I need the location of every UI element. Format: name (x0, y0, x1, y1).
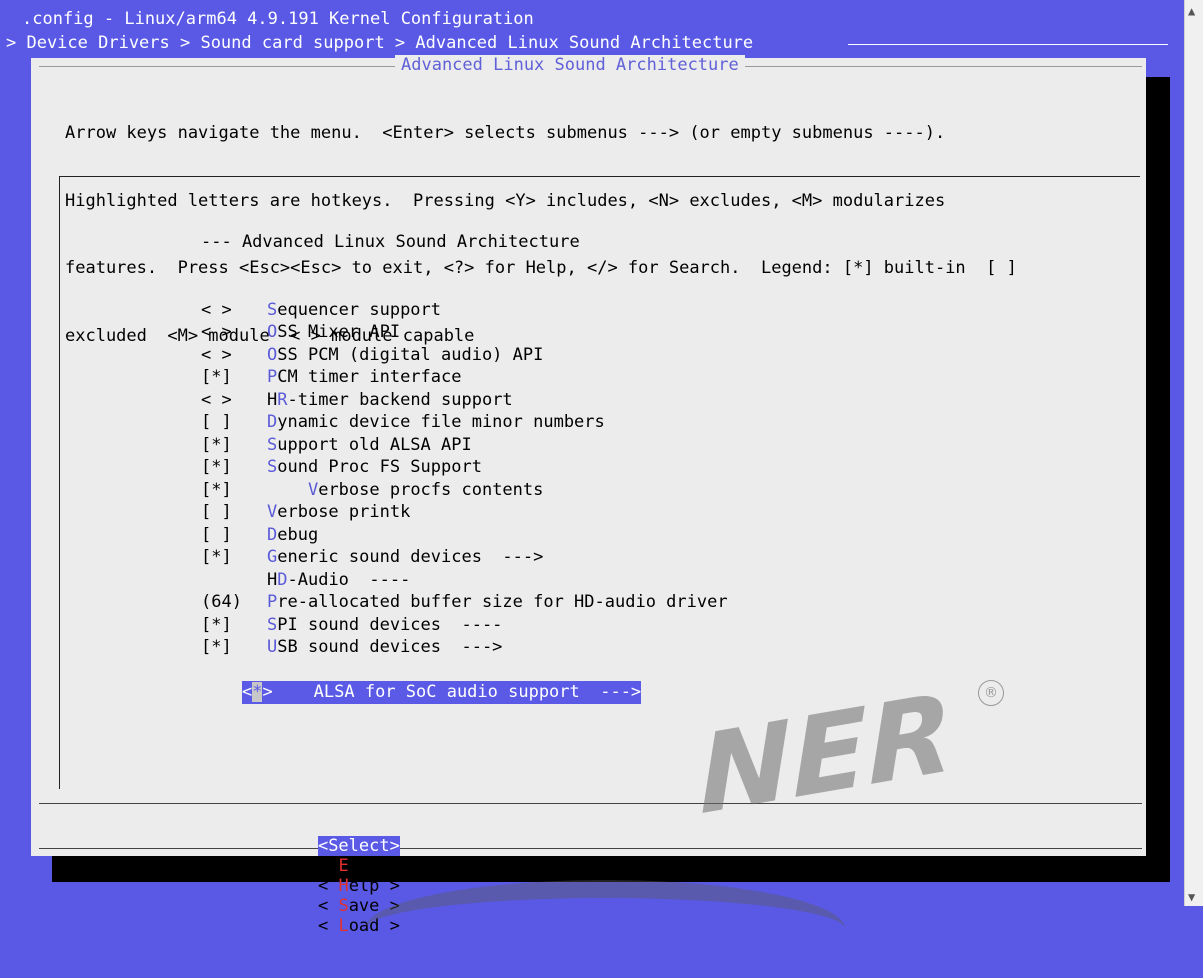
help-line: Arrow keys navigate the menu. <Enter> se… (65, 123, 946, 143)
menu-item-label: HD-Audio ---- (267, 569, 411, 590)
watermark-arc (365, 880, 845, 978)
menu-item-label: Verbose procfs contents (307, 479, 544, 500)
menu-item[interactable]: < > OSS Mixer API (201, 321, 728, 344)
menu-item-alsa-soc[interactable]: <*> ALSA for SoC audio support ---> (241, 681, 642, 704)
menu-item-mark: (64) (201, 592, 242, 612)
menu-item-label: Debug (267, 524, 319, 545)
registered-mark-icon: ® (978, 680, 1004, 706)
menu-item[interactable]: [ ] Debug (201, 524, 728, 547)
button-area-bottom-border (39, 848, 1142, 849)
menu-item-mark: [*] (201, 457, 232, 477)
menu-item[interactable]: < > Sequencer support (201, 299, 728, 322)
breadcrumb-divider (848, 44, 1168, 45)
menu-item[interactable]: [ ] Dynamic device file minor numbers (201, 411, 728, 434)
menu-item-label: Support old ALSA API (267, 434, 472, 455)
button-area-top-border (39, 803, 1142, 804)
menu-item-label: Pre-allocated buffer size for HD-audio d… (267, 592, 728, 612)
exit-button[interactable]: < Exit > (318, 856, 400, 876)
menu-item[interactable]: [*] SPI sound devices ---- (201, 614, 728, 637)
scrollbar[interactable]: ▲ ▼ (1184, 0, 1203, 906)
menu-item-label: Dynamic device file minor numbers (267, 412, 605, 432)
menu-item-mark: [*] (201, 434, 232, 455)
scroll-up-icon[interactable]: ▲ (1188, 4, 1195, 18)
menu-item[interactable]: < > HR-timer backend support (201, 389, 728, 412)
menu-item-mark: <*> (241, 682, 273, 702)
dialog-title: Advanced Linux Sound Architecture (395, 55, 745, 75)
menu-item-mark: < > (201, 299, 232, 320)
menu-item-label: OSS Mixer API (267, 322, 401, 342)
menu-item[interactable]: [ ] Verbose printk (201, 501, 728, 524)
menu-item-mark: [*] (201, 637, 232, 657)
menu-item-label: OSS PCM (digital audio) API (267, 344, 544, 365)
menu-item-mark: < > (201, 344, 232, 365)
text-cursor: * (252, 682, 263, 702)
menu-item-mark: [ ] (201, 412, 232, 432)
menu-item-label: ALSA for SoC audio support ---> (313, 682, 642, 702)
config-dialog: Advanced Linux Sound Architecture Arrow … (31, 55, 1146, 936)
menu-item-mark: < > (201, 389, 232, 410)
window-title: .config - Linux/arm64 4.9.191 Kernel Con… (22, 9, 534, 29)
menu-item-label: Sequencer support (267, 299, 442, 320)
help-button[interactable]: < Help > (318, 876, 400, 896)
scroll-down-icon[interactable]: ▼ (1188, 890, 1195, 904)
menu-item-mark: [*] (201, 547, 232, 567)
menu-item-label: Verbose printk (267, 502, 411, 522)
menu-item-mark: [ ] (201, 524, 232, 545)
menu-item[interactable]: [*] Verbose procfs contents (201, 479, 728, 502)
menu-item[interactable]: [*] Generic sound devices ---> (201, 546, 728, 569)
menu-list: --- Advanced Linux Sound Architecture < … (201, 186, 728, 726)
menu-item-label: HR-timer backend support (267, 389, 513, 410)
breadcrumb: > Device Drivers > Sound card support > … (6, 33, 754, 53)
menu-item-mark: [*] (201, 479, 232, 500)
select-button[interactable]: <Select> (317, 836, 400, 856)
menu-item[interactable]: [*] USB sound devices ---> (201, 636, 728, 659)
menu-item-label: Generic sound devices ---> (267, 547, 544, 567)
menu-item-label: SPI sound devices ---- (267, 614, 503, 635)
menu-item-label: USB sound devices ---> (267, 637, 503, 657)
menu-item-mark: [ ] (201, 502, 232, 522)
menu-item[interactable]: < > OSS PCM (digital audio) API (201, 344, 728, 367)
menu-item[interactable]: [*] PCM timer interface (201, 366, 728, 389)
menu-item-mark: [*] (201, 614, 232, 635)
menu-item[interactable]: HD-Audio ---- (201, 569, 728, 592)
menu-item-mark: < > (201, 322, 232, 342)
menu-header: --- Advanced Linux Sound Architecture (201, 232, 580, 252)
menu-item-mark: [*] (201, 367, 232, 387)
menu-item-label: Sound Proc FS Support (267, 457, 482, 477)
menu-item[interactable]: (64) Pre-allocated buffer size for HD-aud… (201, 591, 728, 614)
menu-item[interactable]: [*] Sound Proc FS Support (201, 456, 728, 479)
menu-item-label: PCM timer interface (267, 367, 462, 387)
menu-item[interactable]: [*] Support old ALSA API (201, 434, 728, 457)
